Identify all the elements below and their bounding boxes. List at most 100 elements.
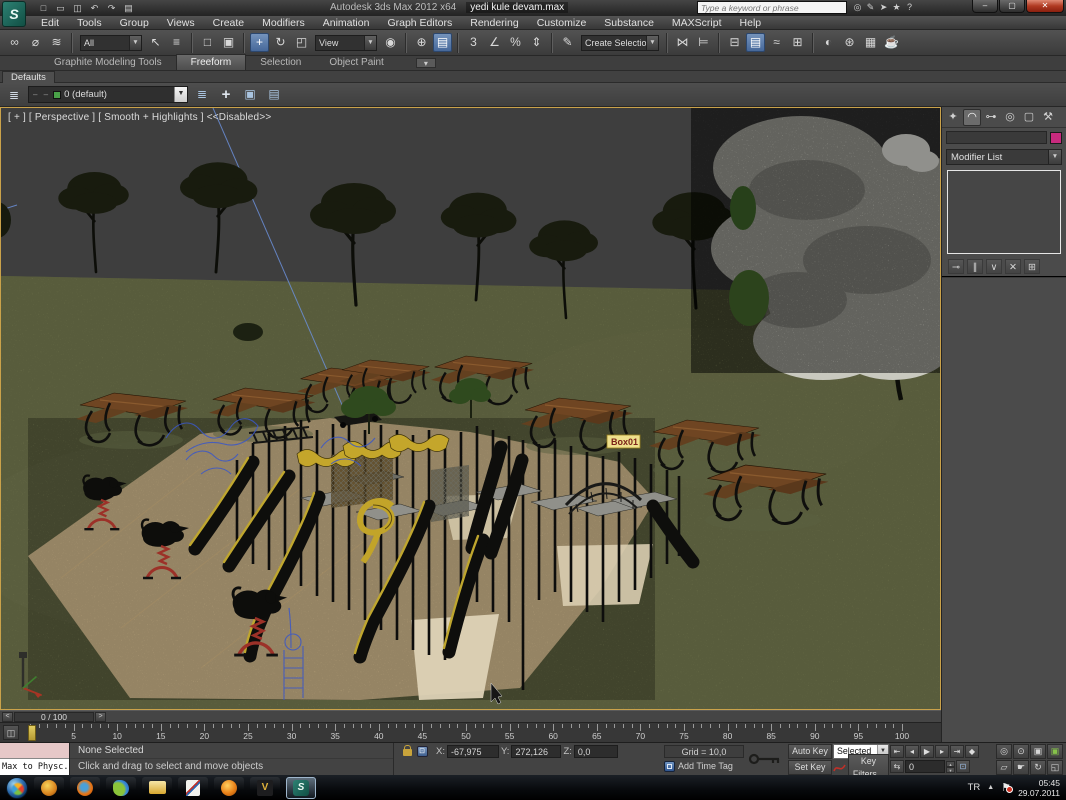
action-center-flag-icon[interactable]: ⚑: [1001, 781, 1011, 794]
ribbon-tab-graphite-modeling-tools[interactable]: Graphite Modeling Tools: [40, 55, 176, 70]
select-by-name-button[interactable]: ≡: [167, 33, 186, 52]
redo-icon[interactable]: ↷: [104, 2, 119, 15]
taskbar-app-firefox[interactable]: [70, 777, 100, 799]
menu-views[interactable]: Views: [158, 16, 204, 30]
object-color-swatch[interactable]: [1050, 132, 1062, 144]
remove-modifier-button[interactable]: ✕: [1005, 259, 1021, 274]
play-button[interactable]: ▶: [920, 745, 934, 758]
use-pivot-point-center-button[interactable]: ◉: [381, 33, 400, 52]
layer-list-button[interactable]: ≣: [192, 85, 212, 104]
taskbar-app-messenger[interactable]: [106, 777, 136, 799]
toggle-layer-explorer-button[interactable]: ▤: [746, 33, 765, 52]
project-folder-icon[interactable]: ▤: [121, 2, 136, 15]
render-production-button[interactable]: ☕: [882, 33, 901, 52]
rectangular-selection-region-button[interactable]: □: [198, 33, 217, 52]
keyboard-shortcut-override-toggle-button[interactable]: ▤: [433, 33, 452, 52]
add-time-tag[interactable]: Add Time Tag: [664, 759, 744, 773]
taskbar-app-explorer[interactable]: [142, 777, 172, 799]
zoom-extents-all-button[interactable]: ▣: [1047, 744, 1063, 759]
pan-button[interactable]: ☛: [1013, 760, 1029, 775]
clock[interactable]: 05:45 29.07.2011: [1018, 778, 1060, 798]
menu-edit[interactable]: Edit: [32, 16, 68, 30]
key-mode-toggle[interactable]: ◆: [965, 745, 979, 758]
ribbon-tab-object-paint[interactable]: Object Paint: [315, 55, 397, 70]
menu-modifiers[interactable]: Modifiers: [253, 16, 314, 30]
search-input[interactable]: [697, 1, 847, 14]
taskbar-app-tuneup[interactable]: [34, 777, 64, 799]
y-coordinate-field[interactable]: 272,126: [511, 745, 561, 758]
select-and-scale-button[interactable]: ◰: [292, 33, 311, 52]
set-keys-button[interactable]: [744, 743, 788, 775]
mirror-button[interactable]: ⋈: [673, 33, 692, 52]
unlink-selection-button[interactable]: ⌀: [26, 33, 45, 52]
menu-group[interactable]: Group: [111, 16, 158, 30]
time-slider-handle[interactable]: [28, 725, 36, 741]
layer-dropdown[interactable]: – – 0 (default) ▼: [28, 86, 188, 103]
menu-animation[interactable]: Animation: [314, 16, 379, 30]
zoom-button[interactable]: ◎: [996, 744, 1012, 759]
previous-frame-button[interactable]: ◂: [905, 745, 919, 758]
key-step-button[interactable]: ⇆: [890, 760, 904, 773]
ribbon-tab-selection[interactable]: Selection: [246, 55, 315, 70]
taskbar-app-sketchup[interactable]: [178, 777, 208, 799]
pin-stack-button[interactable]: ⊸: [948, 259, 964, 274]
minimize-button[interactable]: –: [972, 0, 998, 13]
menu-substance[interactable]: Substance: [595, 16, 663, 30]
spinner-snap-toggle-button[interactable]: ⇕: [527, 33, 546, 52]
schematic-view-button[interactable]: ⊞: [788, 33, 807, 52]
command-panel-tab-create[interactable]: ✦: [944, 109, 962, 126]
window-crossing-toggle-button[interactable]: ▣: [219, 33, 238, 52]
select-object-button[interactable]: ↖: [146, 33, 165, 52]
field-of-view-button[interactable]: ▱: [996, 760, 1012, 775]
go-to-end-button[interactable]: ⇥: [950, 745, 964, 758]
zoom-extents-button[interactable]: ▣: [1030, 744, 1046, 759]
help-icon[interactable]: ?: [903, 2, 916, 13]
maxscript-mini-listener[interactable]: Max to Physc.: [0, 743, 70, 775]
command-panel-tab-hierarchy[interactable]: ⊶: [982, 109, 1000, 126]
material-editor-button[interactable]: ◐: [819, 33, 838, 52]
next-frame-button[interactable]: ▸: [935, 745, 949, 758]
ribbon-minimize-button[interactable]: ▾: [416, 58, 436, 68]
zoom-all-button[interactable]: ⊙: [1013, 744, 1029, 759]
undo-icon[interactable]: ↶: [87, 2, 102, 15]
command-panel-tab-display[interactable]: ▢: [1020, 109, 1038, 126]
time-slider-readout[interactable]: 0 / 100: [14, 712, 94, 722]
chevron-down-icon[interactable]: ▼: [1048, 150, 1061, 164]
reference-coordinate-system[interactable]: View▼: [315, 35, 377, 51]
viewport-label[interactable]: [ + ] [ Perspective ] [ Smooth + Highlig…: [8, 112, 271, 123]
snaps-toggle-button[interactable]: 3: [464, 33, 483, 52]
select-and-move-button[interactable]: +: [250, 33, 269, 52]
close-button[interactable]: ✕: [1026, 0, 1064, 13]
mini-curve-editor-button[interactable]: ◫: [3, 725, 19, 740]
listener-script-row[interactable]: Max to Physc.: [0, 759, 69, 775]
toggle-scene-explorer-button[interactable]: ⊟: [725, 33, 744, 52]
select-and-manipulate-button[interactable]: ⊕: [412, 33, 431, 52]
communication-center-icon[interactable]: ✎: [864, 2, 877, 13]
maximize-viewport-toggle-button[interactable]: ◱: [1047, 760, 1063, 775]
align-button[interactable]: ⊨: [694, 33, 713, 52]
open-file-icon[interactable]: ▭: [53, 2, 68, 15]
select-and-link-button[interactable]: ∞: [5, 33, 24, 52]
percent-snap-toggle-button[interactable]: %: [506, 33, 525, 52]
ribbon-subtab-defaults[interactable]: Defaults: [2, 71, 55, 83]
chevron-down-icon[interactable]: ▼: [129, 36, 141, 50]
chevron-down-icon[interactable]: ▼: [364, 36, 376, 50]
angle-snap-toggle-button[interactable]: ∠: [485, 33, 504, 52]
rendered-frame-window-button[interactable]: ▦: [861, 33, 880, 52]
time-configuration-button[interactable]: ⊡: [956, 760, 970, 773]
curve-editor-button[interactable]: ≈: [767, 33, 786, 52]
set-key-button[interactable]: Set Key: [788, 760, 832, 775]
listener-macro-row[interactable]: [0, 743, 69, 759]
search-communities-icon[interactable]: ◎: [851, 2, 864, 13]
tray-expand-icon[interactable]: ▲: [987, 784, 994, 791]
absolute-mode-icon[interactable]: ⊡: [417, 746, 428, 757]
menu-customize[interactable]: Customize: [528, 16, 596, 30]
ribbon-tab-freeform[interactable]: Freeform: [176, 54, 247, 70]
menu-maxscript[interactable]: MAXScript: [663, 16, 731, 30]
command-panel-tab-motion[interactable]: ◎: [1001, 109, 1019, 126]
new-scene-icon[interactable]: □: [36, 2, 51, 15]
select-and-rotate-button[interactable]: ↻: [271, 33, 290, 52]
create-new-layer-button[interactable]: +: [216, 85, 236, 104]
menu-create[interactable]: Create: [204, 16, 254, 30]
modifier-stack[interactable]: [947, 170, 1061, 254]
